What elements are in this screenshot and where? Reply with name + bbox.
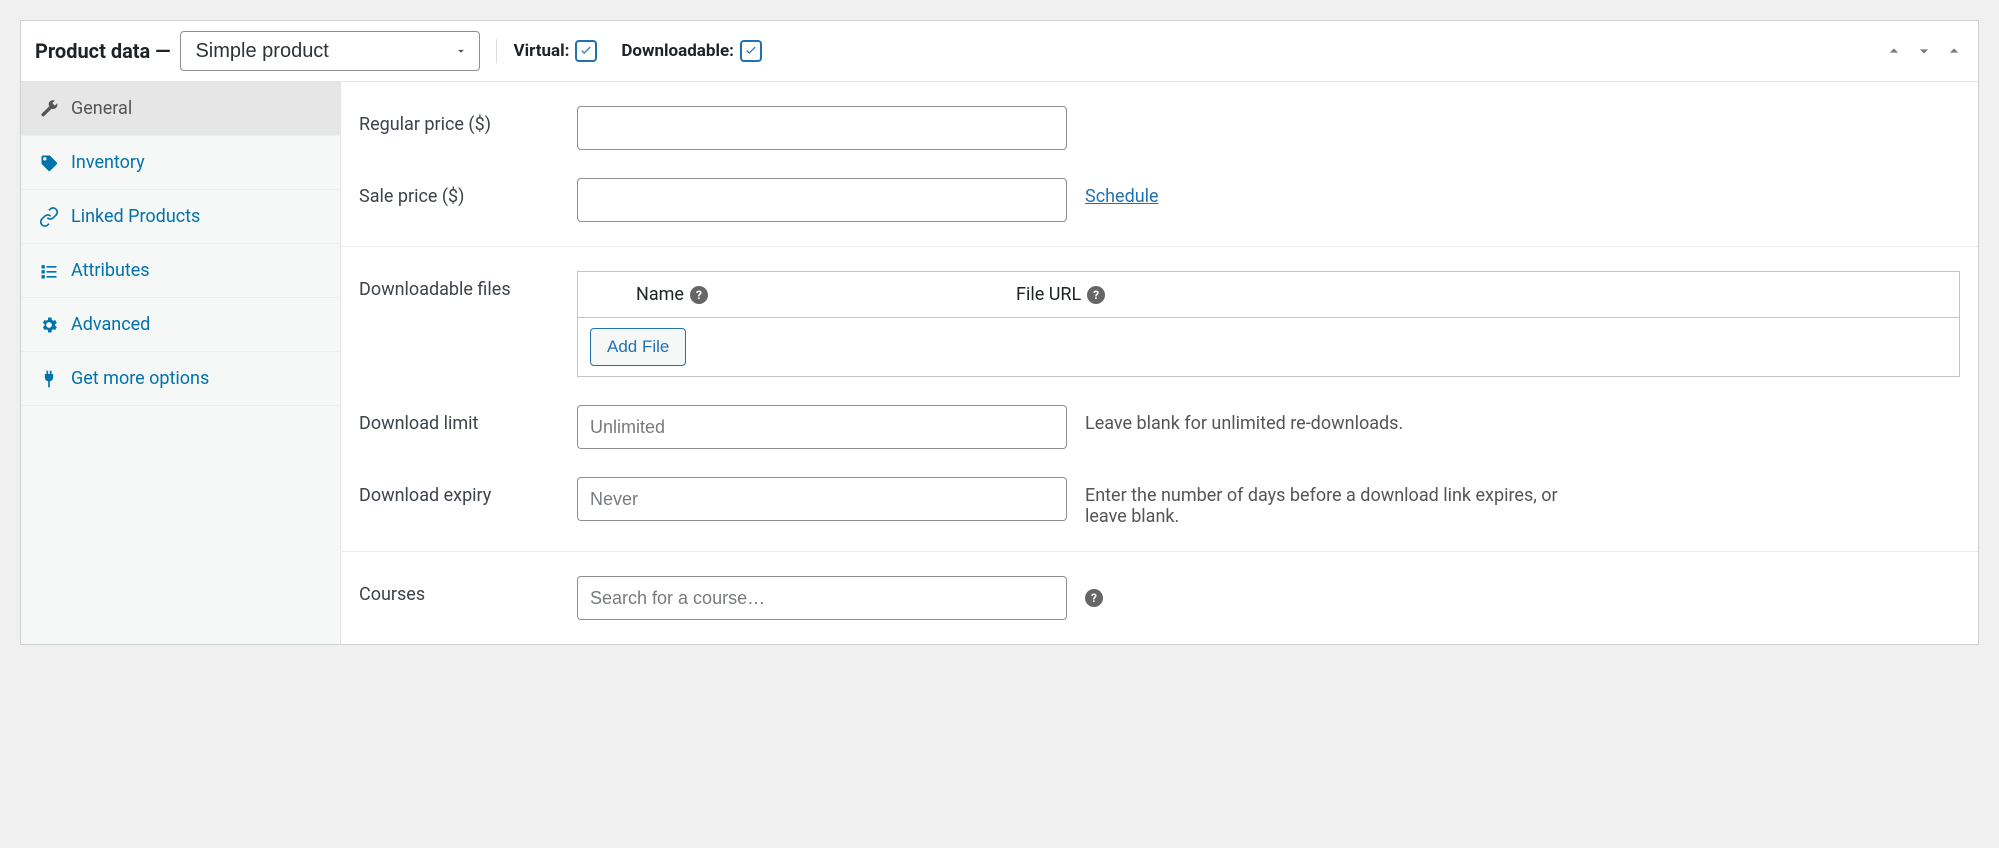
- tab-label: Inventory: [71, 152, 145, 173]
- files-table-head: Name ? File URL ?: [578, 272, 1959, 318]
- tab-label: Advanced: [71, 314, 150, 335]
- row-sale-price: Sale price ($) Schedule: [341, 164, 1978, 236]
- help-icon[interactable]: ?: [690, 286, 708, 304]
- tab-content-general: Regular price ($) Sale price ($) Schedul…: [341, 82, 1978, 644]
- row-download-expiry: Download expiry Enter the number of days…: [341, 463, 1978, 541]
- panel-title: Product data —: [35, 39, 170, 63]
- download-expiry-label: Download expiry: [359, 477, 559, 506]
- link-icon: [39, 207, 59, 227]
- tab-general[interactable]: General: [21, 82, 340, 136]
- tab-linked-products[interactable]: Linked Products: [21, 190, 340, 244]
- tab-advanced[interactable]: Advanced: [21, 298, 340, 352]
- tab-label: Get more options: [71, 368, 209, 389]
- row-regular-price: Regular price ($): [341, 92, 1978, 164]
- downloadable-label: Downloadable:: [621, 41, 734, 61]
- courses-search-input[interactable]: [577, 576, 1067, 620]
- download-limit-label: Download limit: [359, 405, 559, 434]
- regular-price-input[interactable]: [577, 106, 1067, 150]
- files-col-name: Name ?: [618, 272, 998, 317]
- tab-label: Linked Products: [71, 206, 200, 227]
- product-data-panel: Product data — Simple product Virtual: D…: [20, 20, 1979, 645]
- download-expiry-input[interactable]: [577, 477, 1067, 521]
- courses-label: Courses: [359, 576, 559, 605]
- divider: [496, 39, 497, 63]
- courses-section: Courses ?: [341, 552, 1978, 644]
- toggle-panel-icon[interactable]: [1944, 41, 1964, 61]
- pricing-section: Regular price ($) Sale price ($) Schedul…: [341, 82, 1978, 247]
- downloadable-checkbox[interactable]: [740, 40, 762, 62]
- downloadable-files-table: Name ? File URL ? Add File: [577, 271, 1960, 377]
- tab-get-more-options[interactable]: Get more options: [21, 352, 340, 406]
- tab-inventory[interactable]: Inventory: [21, 136, 340, 190]
- product-type-select-wrap: Simple product: [180, 31, 480, 71]
- virtual-label: Virtual:: [513, 41, 569, 61]
- add-file-button[interactable]: Add File: [590, 328, 686, 366]
- list-icon: [39, 261, 59, 281]
- row-downloadable-files: Downloadable files Name ? File URL ?: [341, 257, 1978, 391]
- tab-attributes[interactable]: Attributes: [21, 244, 340, 298]
- virtual-checkbox-group[interactable]: Virtual:: [513, 40, 597, 62]
- downloadable-checkbox-group[interactable]: Downloadable:: [621, 40, 762, 62]
- wrench-icon: [39, 99, 59, 119]
- download-limit-hint: Leave blank for unlimited re-downloads.: [1085, 405, 1403, 434]
- download-limit-input[interactable]: [577, 405, 1067, 449]
- move-down-icon[interactable]: [1914, 41, 1934, 61]
- row-courses: Courses ?: [341, 562, 1978, 634]
- plug-icon: [39, 369, 59, 389]
- product-type-select[interactable]: Simple product: [180, 31, 480, 71]
- sale-price-input[interactable]: [577, 178, 1067, 222]
- downloadable-files-label: Downloadable files: [359, 271, 559, 300]
- row-download-limit: Download limit Leave blank for unlimited…: [341, 391, 1978, 463]
- panel-body: General Inventory Linked Products Attrib…: [21, 82, 1978, 644]
- gear-icon: [39, 315, 59, 335]
- tag-icon: [39, 153, 59, 173]
- help-icon[interactable]: ?: [1087, 286, 1105, 304]
- schedule-link[interactable]: Schedule: [1085, 178, 1159, 207]
- sidebar: General Inventory Linked Products Attrib…: [21, 82, 341, 644]
- files-table-foot: Add File: [578, 318, 1959, 376]
- virtual-checkbox[interactable]: [575, 40, 597, 62]
- panel-header-actions: [1884, 41, 1964, 61]
- files-col-url: File URL ?: [998, 272, 1959, 317]
- help-icon[interactable]: ?: [1085, 589, 1103, 607]
- sale-price-label: Sale price ($): [359, 178, 559, 207]
- tab-label: Attributes: [71, 260, 150, 281]
- files-col-drag: [578, 272, 618, 317]
- downloads-section: Downloadable files Name ? File URL ?: [341, 247, 1978, 552]
- regular-price-label: Regular price ($): [359, 106, 559, 135]
- panel-header: Product data — Simple product Virtual: D…: [21, 21, 1978, 82]
- tab-label: General: [71, 98, 132, 119]
- download-expiry-hint: Enter the number of days before a downlo…: [1085, 477, 1585, 527]
- move-up-icon[interactable]: [1884, 41, 1904, 61]
